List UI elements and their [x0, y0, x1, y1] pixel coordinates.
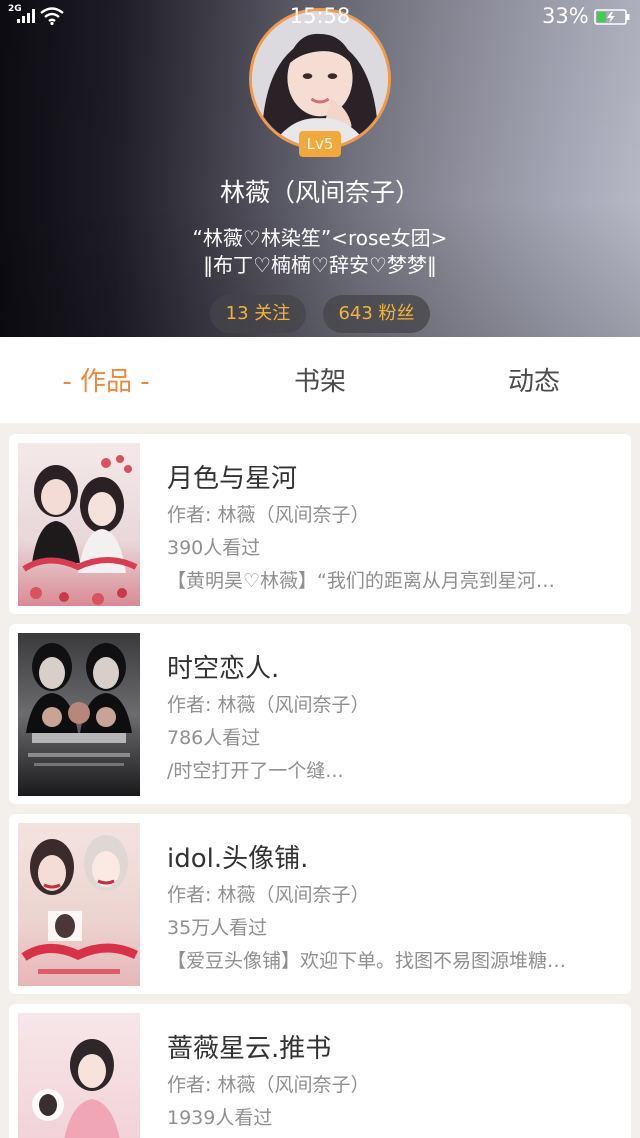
- book-title: idol.头像铺.: [167, 844, 309, 874]
- book-cover: [18, 443, 140, 606]
- tab-works[interactable]: - 作品 -: [40, 337, 172, 423]
- book-cover: [18, 1013, 140, 1138]
- battery-percent: 33%: [542, 4, 589, 28]
- book-author: 作者: 林薇（风间奈子）: [167, 1074, 370, 1096]
- book-card[interactable]: 月色与星河 作者: 林薇（风间奈子） 390人看过 【黄明昊♡林薇】“我们的距离…: [9, 434, 631, 614]
- book-views: 390人看过: [167, 537, 261, 559]
- profile-name: 林薇（风间奈子）: [219, 178, 420, 207]
- book-author: 作者: 林薇（风间奈子）: [167, 884, 370, 906]
- book-author: 作者: 林薇（风间奈子）: [167, 694, 370, 716]
- followers-button[interactable]: 643 粉丝: [323, 295, 430, 333]
- book-views: 35万人看过: [167, 917, 268, 939]
- tab-bar: - 作品 - 书架 动态: [0, 337, 640, 423]
- profile-header: 2G 15:58 33% Lv5 林薇（风间奈子） “林薇♡林染笙”<rose女…: [0, 0, 640, 337]
- book-description: 【黄明昊♡林薇】“我们的距离从月亮到星河…: [167, 570, 555, 592]
- book-card[interactable]: 时空恋人. 作者: 林薇（风间奈子） 786人看过 /时空打开了一个缝...: [9, 624, 631, 804]
- battery-icon: [594, 9, 630, 25]
- book-title: 月色与星河: [167, 464, 298, 494]
- book-card[interactable]: 蔷薇星云.推书 作者: 林薇（风间奈子） 1939人看过: [9, 1004, 631, 1138]
- level-badge: Lv5: [299, 131, 341, 157]
- book-description: /时空打开了一个缝...: [167, 760, 344, 782]
- book-title: 时空恋人.: [167, 654, 280, 684]
- book-views: 1939人看过: [167, 1107, 273, 1129]
- book-card[interactable]: idol.头像铺. 作者: 林薇（风间奈子） 35万人看过 【爱豆头像铺】欢迎下…: [9, 814, 631, 994]
- book-title: 蔷薇星云.推书: [167, 1034, 332, 1064]
- tab-activity[interactable]: 动态: [476, 337, 592, 423]
- book-author: 作者: 林薇（风间奈子）: [167, 504, 370, 526]
- book-views: 786人看过: [167, 727, 261, 749]
- bio-line: ‖布丁♡楠楠♡辞安♡梦梦‖: [203, 253, 437, 277]
- bio-line: “林薇♡林染笙”<rose女团>: [192, 226, 448, 250]
- tab-bookshelf[interactable]: 书架: [262, 337, 378, 423]
- profile-bio: “林薇♡林染笙”<rose女团> ‖布丁♡楠楠♡辞安♡梦梦‖: [0, 225, 640, 279]
- following-button[interactable]: 13 关注: [210, 295, 306, 333]
- book-cover: [18, 633, 140, 796]
- book-description: 【爱豆头像铺】欢迎下单。找图不易图源堆糖…: [167, 950, 567, 972]
- status-bar: 2G 15:58 33%: [0, 0, 640, 34]
- book-cover: [18, 823, 140, 986]
